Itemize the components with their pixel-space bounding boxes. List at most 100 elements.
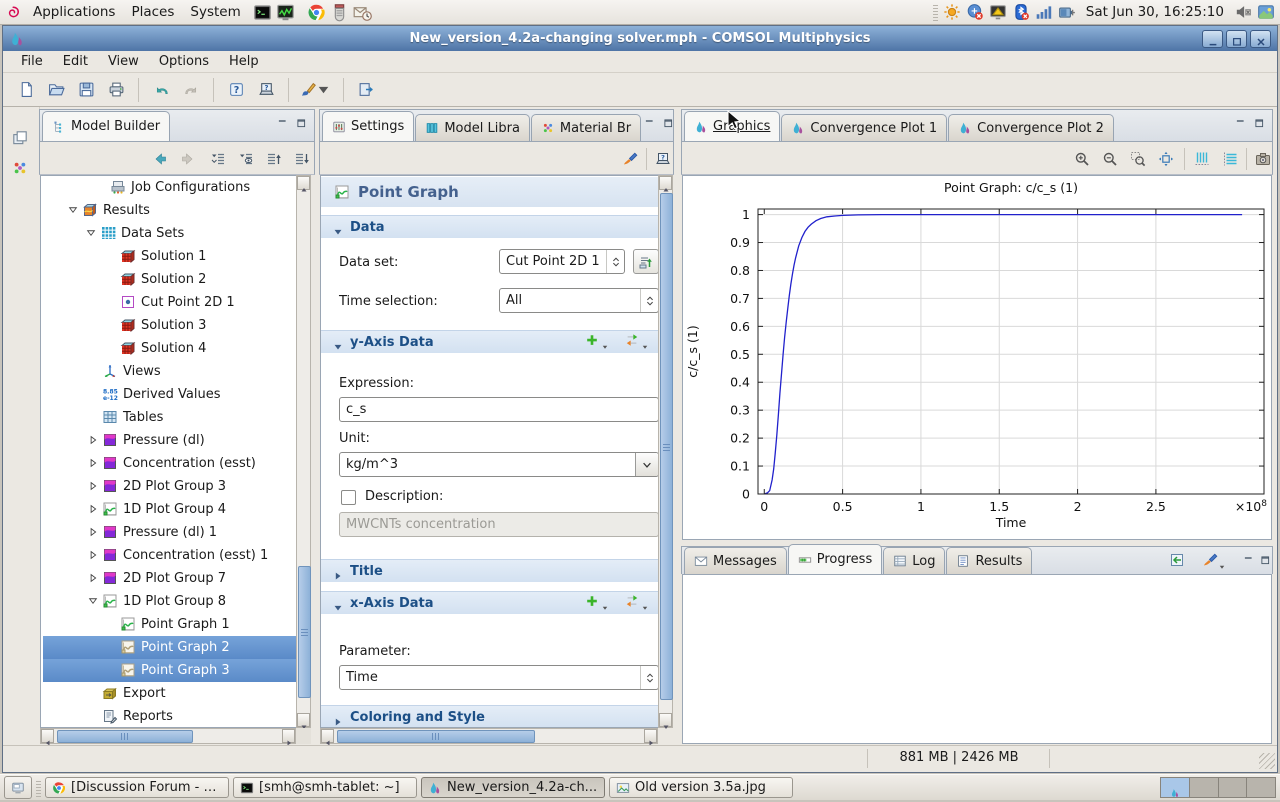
tree-item-data-sets[interactable]: Data Sets: [43, 222, 296, 245]
tree-item-job-configurations[interactable]: Job Configurations: [43, 176, 296, 199]
expander-open-icon[interactable]: [87, 595, 99, 607]
tree-item-1d-plot-group-4[interactable]: 1D Plot Group 4: [43, 498, 296, 521]
export-button[interactable]: [353, 77, 379, 103]
taskbar-window-discussion-forum-g[interactable]: [Discussion Forum - G...: [45, 777, 229, 798]
replace-expression-button[interactable]: [625, 333, 649, 347]
tree-item-derived-values[interactable]: 8.85e-12Derived Values: [43, 383, 296, 406]
unit-combo[interactable]: kg/m^3: [339, 452, 658, 477]
show-options-button[interactable]: [234, 147, 258, 171]
documentation-button[interactable]: ?: [253, 77, 279, 103]
add-x-expression-button[interactable]: [585, 594, 609, 608]
open-file-button[interactable]: [43, 77, 69, 103]
tab-model-builder[interactable]: Model Builder: [42, 111, 170, 141]
terminal-launcher-icon[interactable]: [253, 3, 272, 22]
tree-item-pressure-dl-1[interactable]: Pressure (dl) 1: [43, 521, 296, 544]
debian-menu-icon[interactable]: [5, 4, 21, 20]
tree-item-2d-plot-group-7[interactable]: 2D Plot Group 7: [43, 567, 296, 590]
tree-item-solution-4[interactable]: Solution 4: [43, 337, 296, 360]
data-set-combo[interactable]: Cut Point 2D 1: [499, 249, 625, 274]
workspace-applet-icon[interactable]: [1257, 3, 1275, 21]
volume-icon[interactable]: [1234, 3, 1252, 21]
dock-panel-button[interactable]: [1165, 548, 1189, 572]
replace-x-expression-button[interactable]: [625, 594, 649, 608]
expander-open-icon[interactable]: [67, 204, 79, 216]
model-tree-hscrollbar[interactable]: [40, 728, 296, 744]
workspace-4[interactable]: [1247, 778, 1275, 797]
description-checkbox[interactable]: [341, 490, 356, 505]
mail-clock-launcher-icon[interactable]: [353, 3, 372, 22]
updates-status-icon[interactable]: [943, 3, 961, 21]
workspace-2[interactable]: [1190, 778, 1219, 797]
show-desktop-button[interactable]: [4, 776, 32, 799]
undo-button[interactable]: [148, 77, 174, 103]
panel-maximize-button[interactable]: [294, 114, 309, 128]
restore-panel-icon[interactable]: [11, 129, 29, 147]
bluetooth-off-status-icon[interactable]: [1012, 3, 1030, 21]
signal-strength-icon[interactable]: [1035, 3, 1053, 21]
desktop-menu-system[interactable]: System: [182, 3, 248, 21]
information-tab-progress[interactable]: Progress: [788, 544, 882, 574]
tree-item-solution-2[interactable]: Solution 2: [43, 268, 296, 291]
description-input[interactable]: MWCNTs concentration: [339, 512, 658, 537]
settings-vscrollbar[interactable]: [658, 175, 673, 728]
menu-file[interactable]: File: [11, 52, 53, 71]
desktop-menu-applications[interactable]: Applications: [25, 3, 123, 21]
graphics-tab-convergence-plot-1[interactable]: Convergence Plot 1: [781, 114, 947, 141]
tree-item-export[interactable]: Export: [43, 682, 296, 705]
information-tab-results[interactable]: Results: [946, 547, 1032, 574]
settings-tab-material-br[interactable]: Material Br: [531, 114, 641, 141]
network-error-status-icon[interactable]: [966, 3, 984, 21]
zoom-out-button[interactable]: [1098, 147, 1122, 171]
plot-style-button[interactable]: [298, 77, 334, 103]
expander-open-icon[interactable]: [85, 227, 97, 239]
menu-view[interactable]: View: [98, 52, 149, 71]
graphics-tab-graphics[interactable]: Graphics: [684, 111, 780, 141]
workspace-3[interactable]: [1219, 778, 1248, 797]
expander-closed-icon[interactable]: [87, 572, 99, 584]
display-warning-status-icon[interactable]: [989, 3, 1007, 21]
expression-input[interactable]: c_s: [339, 397, 658, 422]
resize-grip[interactable]: [1259, 753, 1275, 769]
expander-closed-icon[interactable]: [87, 503, 99, 515]
menu-edit[interactable]: Edit: [53, 52, 98, 71]
tree-item-pressure-dl[interactable]: Pressure (dl): [43, 429, 296, 452]
settings-hscrollbar[interactable]: [320, 728, 658, 744]
tree-item-reports[interactable]: Reports: [43, 705, 296, 728]
settings-tab-settings[interactable]: Settings: [322, 111, 414, 141]
archive-launcher-icon[interactable]: [330, 3, 349, 22]
zoom-box-button[interactable]: [1126, 147, 1150, 171]
tree-item-tables[interactable]: Tables: [43, 406, 296, 429]
nav-forward-button[interactable]: [176, 147, 200, 171]
panel-minimize-button[interactable]: [1241, 551, 1256, 565]
parameter-combo[interactable]: Time: [339, 665, 658, 690]
collapsed-browser-icon[interactable]: [11, 159, 29, 177]
workspace-switcher[interactable]: [1160, 777, 1276, 798]
taskbar-window-smh-smh-tablet[interactable]: [smh@smh-tablet: ~]: [233, 777, 417, 798]
redo-button[interactable]: [178, 77, 204, 103]
battery-status-icon[interactable]: [1058, 3, 1076, 21]
tree-item-point-graph-2[interactable]: Point Graph 2: [43, 636, 296, 659]
close-button[interactable]: [1250, 30, 1271, 48]
information-tab-log[interactable]: Log: [883, 547, 945, 574]
move-up-button[interactable]: [262, 147, 286, 171]
graphics-tab-convergence-plot-2[interactable]: Convergence Plot 2: [948, 114, 1114, 141]
tree-item-solution-3[interactable]: Solution 3: [43, 314, 296, 337]
desktop-menu-places[interactable]: Places: [123, 3, 182, 21]
tree-item-views[interactable]: Views: [43, 360, 296, 383]
move-down-button[interactable]: [290, 147, 314, 171]
tree-item-cut-point-2d-1[interactable]: Cut Point 2D 1: [43, 291, 296, 314]
expander-closed-icon[interactable]: [87, 434, 99, 446]
new-file-button[interactable]: [13, 77, 39, 103]
window-titlebar[interactable]: New_version_4.2a-changing solver.mph - C…: [3, 26, 1277, 51]
nav-back-button[interactable]: [148, 147, 172, 171]
panel-minimize-button[interactable]: [1233, 114, 1248, 128]
taskbar-window-old-version-3-5a-jpg[interactable]: Old version 3.5a.jpg: [609, 777, 793, 798]
expander-closed-icon[interactable]: [87, 457, 99, 469]
menu-help[interactable]: Help: [219, 52, 269, 71]
add-expression-button[interactable]: [585, 333, 609, 347]
taskbar-window-new-version-4-2a-ch[interactable]: New_version_4.2a-ch...: [421, 777, 605, 798]
model-tree-vscrollbar[interactable]: [296, 175, 311, 728]
section-title[interactable]: Title: [321, 559, 658, 582]
y-axis-log-button[interactable]: [1190, 147, 1214, 171]
panel-minimize-button[interactable]: [642, 114, 657, 128]
